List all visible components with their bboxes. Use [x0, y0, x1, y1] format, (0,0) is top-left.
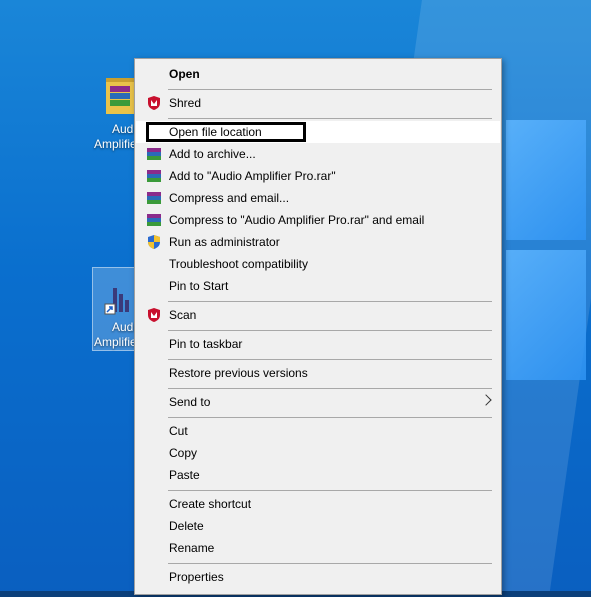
menu-item-label: Compress to "Audio Amplifier Pro.rar" an… [169, 213, 425, 227]
menu-item-open[interactable]: Open [136, 63, 500, 85]
menu-item-label: Troubleshoot compatibility [169, 257, 308, 271]
menu-item-label: Pin to taskbar [169, 337, 243, 351]
menu-item-label: Shred [169, 96, 202, 110]
menu-item-label: Rename [169, 541, 215, 555]
menu-item-paste[interactable]: Paste [136, 464, 500, 486]
wallpaper-logo-pane [506, 250, 586, 380]
menu-item-compress-email[interactable]: Compress and email... [136, 187, 500, 209]
menu-item-troubleshoot[interactable]: Troubleshoot compatibility [136, 253, 500, 275]
menu-item-rename[interactable]: Rename [136, 537, 500, 559]
menu-item-compress-rar-email[interactable]: Compress to "Audio Amplifier Pro.rar" an… [136, 209, 500, 231]
menu-item-label: Open [169, 67, 200, 81]
menu-item-scan[interactable]: Scan [136, 304, 500, 326]
mcafee-shield-icon [148, 308, 160, 322]
mcafee-shield-icon [148, 96, 160, 110]
menu-separator [168, 118, 492, 119]
menu-item-copy[interactable]: Copy [136, 442, 500, 464]
wallpaper-logo-pane [506, 120, 586, 240]
menu-item-label: Restore previous versions [169, 366, 308, 380]
menu-item-send-to[interactable]: Send to [136, 391, 500, 413]
menu-item-label: Copy [169, 446, 198, 460]
menu-item-create-shortcut[interactable]: Create shortcut [136, 493, 500, 515]
menu-item-restore-versions[interactable]: Restore previous versions [136, 362, 500, 384]
menu-item-shred[interactable]: Shred [136, 92, 500, 114]
menu-item-label: Compress and email... [169, 191, 290, 205]
menu-item-label: Add to archive... [169, 147, 256, 161]
menu-separator [168, 563, 492, 564]
menu-item-properties[interactable]: Properties [136, 566, 500, 588]
menu-separator [168, 388, 492, 389]
menu-separator [168, 417, 492, 418]
menu-separator [168, 89, 492, 90]
menu-item-label: Properties [169, 570, 224, 584]
menu-item-label: Cut [169, 424, 188, 438]
menu-item-label: Pin to Start [169, 279, 229, 293]
desktop: Audio Amplifier Audio Amplifier Open Shr… [0, 0, 591, 597]
menu-item-pin-taskbar[interactable]: Pin to taskbar [136, 333, 500, 355]
menu-item-label: Send to [169, 395, 211, 409]
menu-item-cut[interactable]: Cut [136, 420, 500, 442]
menu-item-label: Run as administrator [169, 235, 280, 249]
winrar-icon [147, 148, 161, 160]
winrar-icon [147, 170, 161, 182]
menu-item-pin-start[interactable]: Pin to Start [136, 275, 500, 297]
uac-shield-icon [148, 235, 160, 249]
menu-separator [168, 330, 492, 331]
menu-item-add-to-archive[interactable]: Add to archive... [136, 143, 500, 165]
menu-item-label: Delete [169, 519, 204, 533]
winrar-icon [147, 192, 161, 204]
menu-separator [168, 490, 492, 491]
winrar-icon [147, 214, 161, 226]
menu-item-add-to-rar[interactable]: Add to "Audio Amplifier Pro.rar" [136, 165, 500, 187]
menu-item-label: Add to "Audio Amplifier Pro.rar" [169, 169, 336, 183]
menu-separator [168, 359, 492, 360]
menu-item-label: Scan [169, 308, 197, 322]
context-menu: Open Shred Open file location Add to arc… [134, 58, 502, 595]
menu-item-label: Open file location [169, 125, 262, 139]
menu-item-open-file-location[interactable]: Open file location [136, 121, 500, 143]
chevron-right-icon [480, 394, 492, 406]
menu-item-delete[interactable]: Delete [136, 515, 500, 537]
menu-separator [168, 301, 492, 302]
app-shortcut-icon [104, 288, 129, 315]
menu-item-label: Create shortcut [169, 497, 252, 511]
menu-item-run-as-admin[interactable]: Run as administrator [136, 231, 500, 253]
menu-item-label: Paste [169, 468, 200, 482]
